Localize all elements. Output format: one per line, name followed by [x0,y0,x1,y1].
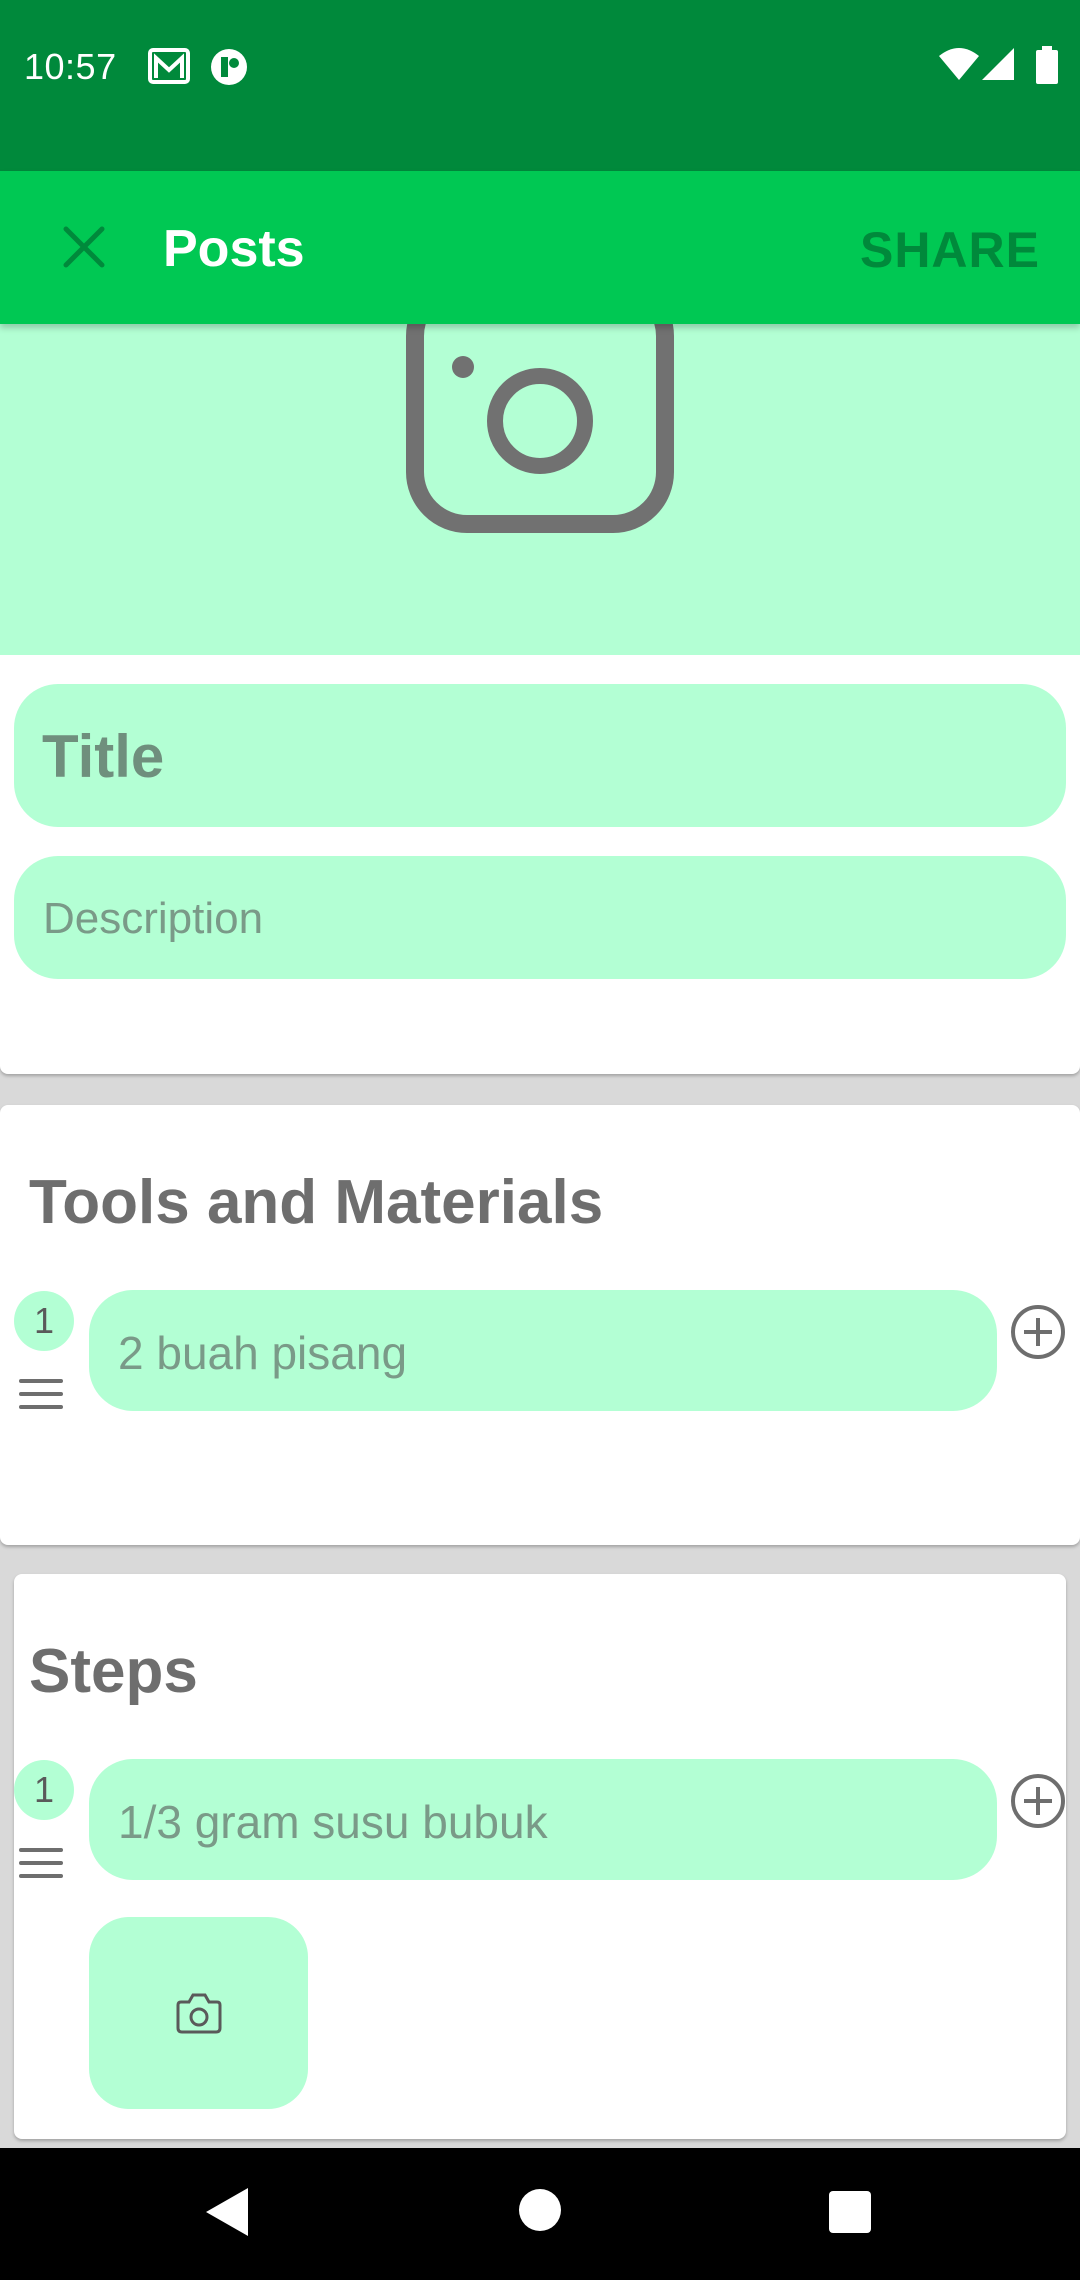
app-bar: Posts SHARE [0,171,1080,324]
title-input[interactable]: Title [14,684,1066,827]
post-details-card: Title Description [0,324,1080,1074]
camera-icon [406,324,674,533]
home-icon[interactable] [518,2188,562,2232]
close-icon [63,226,105,268]
page-title: Posts [163,220,305,278]
close-button[interactable] [48,211,120,283]
add-tool-icon[interactable] [1010,1304,1066,1360]
add-step-icon[interactable] [1010,1773,1066,1829]
step-photo-button[interactable] [89,1917,308,2109]
tools-section: Tools and Materials 1 2 buah pisang [0,1105,1080,1545]
signal-icon [982,46,1016,87]
battery-icon [1036,46,1058,89]
tools-heading: Tools and Materials [29,1168,604,1237]
status-time: 10:57 [24,46,117,87]
wifi-icon [938,46,980,87]
step-item-input[interactable]: 1/3 gram susu bubuk [89,1759,997,1880]
recents-icon[interactable] [828,2190,872,2234]
back-icon[interactable] [200,2184,252,2240]
tool-item-input[interactable]: 2 buah pisang [89,1290,997,1411]
camera-icon [176,1993,221,2034]
status-bar: 10:57 [0,0,1080,171]
drag-handle-icon[interactable] [19,1379,63,1418]
gmail-icon [148,48,190,89]
notification-icon [210,48,248,91]
description-input[interactable]: Description [14,856,1066,979]
share-button[interactable]: SHARE [860,221,1040,279]
drag-handle-icon[interactable] [19,1848,63,1887]
steps-section: Steps 1 1/3 gram susu bubuk [14,1574,1066,2139]
system-nav-bar [0,2148,1080,2280]
step-item-number: 1 [14,1760,74,1820]
cover-image-picker[interactable] [0,324,1080,655]
tool-item-number: 1 [14,1291,74,1351]
steps-heading: Steps [29,1637,198,1706]
